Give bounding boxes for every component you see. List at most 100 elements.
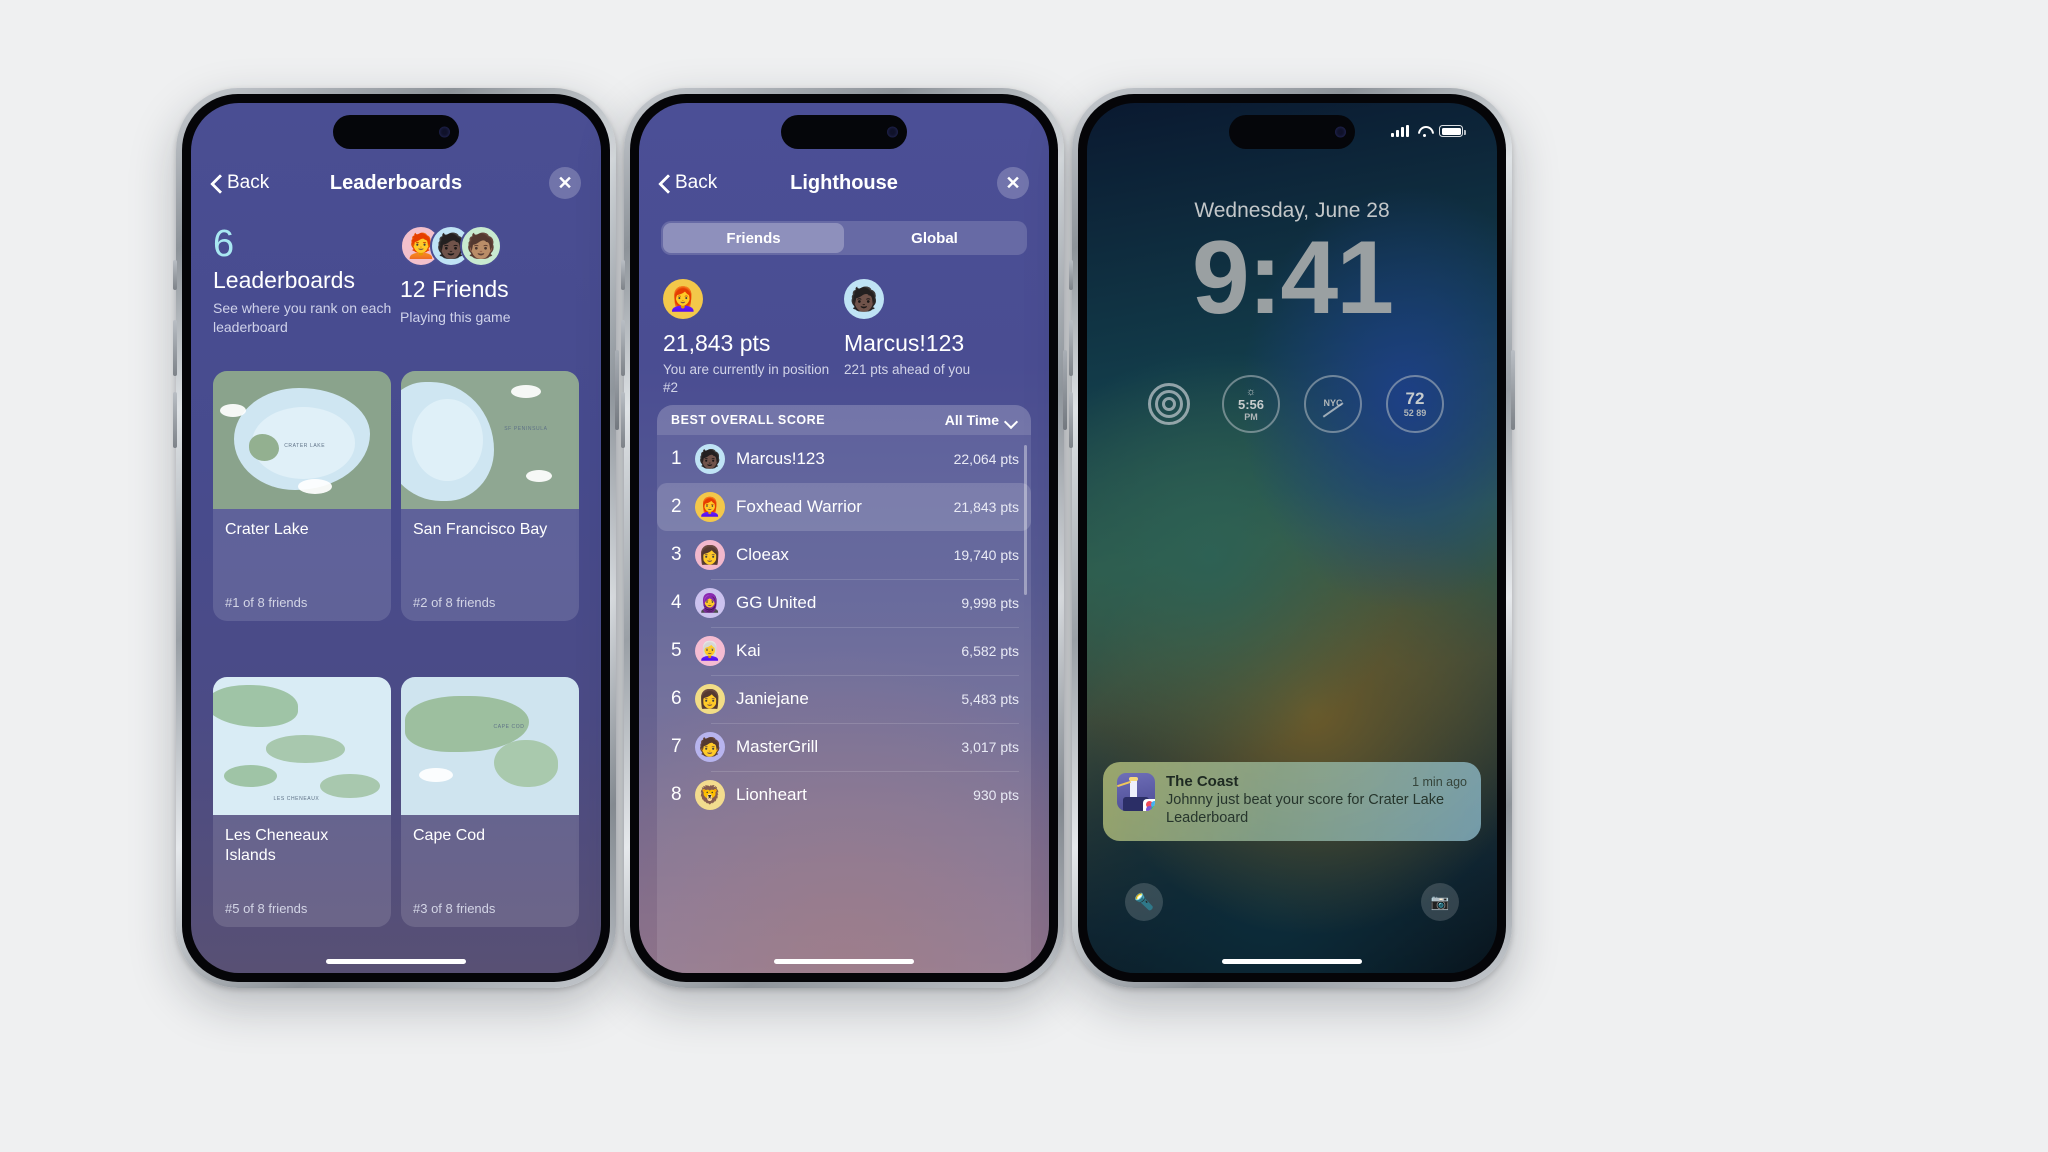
- notification-banner[interactable]: The Coast 1 min ago Johnny just beat you…: [1103, 761, 1481, 841]
- notification-app-name: The Coast: [1166, 772, 1239, 790]
- rank: 5: [671, 640, 682, 661]
- chevron-down-icon: [1006, 417, 1017, 424]
- back-label: Back: [227, 172, 270, 193]
- time-filter-dropdown[interactable]: All Time: [945, 412, 1017, 428]
- phone-lock-screen: Wednesday, June 28 9:41 ☼ 5:56 PM NYC 72…: [1069, 88, 1515, 988]
- leaderboard-card-san-francisco-bay[interactable]: SF PENINSULA San Francisco Bay #2 of 8 f…: [401, 371, 579, 621]
- weather-widget[interactable]: 72 52 89: [1386, 375, 1444, 433]
- game-center-icon: [1145, 801, 1155, 811]
- leaderboard-header: BEST OVERALL SCORE All Time: [657, 405, 1031, 435]
- card-body: San Francisco Bay: [401, 509, 579, 540]
- avatar: 👩: [695, 540, 725, 570]
- card-rank: #1 of 8 friends: [225, 595, 308, 610]
- rank: 1: [671, 448, 682, 469]
- scrollbar[interactable]: [1024, 445, 1027, 595]
- rank: 2: [671, 496, 682, 517]
- wifi-icon: [1416, 125, 1432, 137]
- mute-switch[interactable]: [173, 260, 177, 290]
- sunset-meridiem: PM: [1244, 411, 1258, 422]
- your-score: 21,843 pts: [663, 330, 771, 356]
- volume-down-button[interactable]: [621, 392, 625, 448]
- world-clock-widget[interactable]: NYC: [1304, 375, 1362, 433]
- leader-name: Marcus!123: [844, 330, 965, 356]
- table-row-highlighted[interactable]: 2 👩‍🦰 Foxhead Warrior 21,843 pts: [657, 483, 1031, 531]
- leaderboard-card-crater-lake[interactable]: CRATER LAKE Crater Lake #1 of 8 friends: [213, 371, 391, 621]
- notification-timestamp: 1 min ago: [1412, 774, 1467, 789]
- card-body: Les Cheneaux Islands: [213, 815, 391, 865]
- table-row[interactable]: 8 🦁 Lionheart 930 pts: [657, 771, 1031, 819]
- player-name: Janiejane: [736, 689, 809, 708]
- rank: 7: [671, 736, 682, 757]
- player-name: Lionheart: [736, 785, 807, 804]
- close-button[interactable]: ✕: [997, 167, 1029, 199]
- lock-screen-clock: 9:41: [1191, 220, 1394, 336]
- volume-down-button[interactable]: [173, 392, 177, 448]
- leader-gap: 221 pts ahead of you: [844, 362, 971, 377]
- close-button[interactable]: ✕: [549, 167, 581, 199]
- back-label: Back: [675, 172, 718, 193]
- leaderboard-card-grid: CRATER LAKE Crater Lake #1 of 8 friends: [213, 371, 579, 973]
- widget-row: ☼ 5:56 PM NYC 72 52 89: [1087, 375, 1497, 433]
- mute-switch[interactable]: [1069, 260, 1073, 290]
- player-points: 930 pts: [973, 787, 1019, 803]
- tab-global[interactable]: Global: [844, 223, 1025, 253]
- avatar: 👩: [695, 684, 725, 714]
- avatar: 🧕: [695, 588, 725, 618]
- avatar: 🧑: [695, 732, 725, 762]
- player-points: 6,582 pts: [961, 643, 1019, 659]
- map-label: CAPE COD: [493, 723, 525, 730]
- back-button[interactable]: Back: [211, 172, 269, 194]
- weather-temp: 72: [1405, 389, 1425, 409]
- volume-down-button[interactable]: [1069, 392, 1073, 448]
- back-button[interactable]: Back: [659, 172, 717, 194]
- volume-up-button[interactable]: [173, 320, 177, 376]
- table-row[interactable]: 3 👩 Cloeax 19,740 pts: [657, 531, 1031, 579]
- home-indicator[interactable]: [1222, 959, 1362, 964]
- navigation-bar: Back Leaderboards ✕: [191, 161, 601, 205]
- card-body: Crater Lake: [213, 509, 391, 540]
- phone-bezel: Wednesday, June 28 9:41 ☼ 5:56 PM NYC 72…: [1078, 94, 1506, 982]
- table-row[interactable]: 7 🧑 MasterGrill 3,017 pts: [657, 723, 1031, 771]
- table-row[interactable]: 6 👩 Janiejane 5,483 pts: [657, 675, 1031, 723]
- avatar: 🧑🏿: [695, 444, 725, 474]
- notification-message: Johnny just beat your score for Crater L…: [1166, 791, 1445, 827]
- status-bar: [1391, 125, 1466, 137]
- volume-up-button[interactable]: [621, 320, 625, 376]
- camera-button[interactable]: 📷: [1421, 883, 1459, 921]
- table-row[interactable]: 4 🧕 GG United 9,998 pts: [657, 579, 1031, 627]
- screen-leaderboards: Back Leaderboards ✕ 6 Leaderboards See w…: [191, 103, 601, 973]
- tab-friends[interactable]: Friends: [663, 223, 844, 253]
- map-thumbnail: CAPE COD: [401, 677, 579, 815]
- lock-screen-actions: 🔦 📷: [1087, 883, 1497, 921]
- player-points: 21,843 pts: [953, 499, 1019, 515]
- table-row[interactable]: 1 🧑🏿 Marcus!123 22,064 pts: [657, 435, 1031, 483]
- phone-lighthouse-leaderboard: Back Lighthouse ✕ Friends Global 👩‍🦰 21,…: [621, 88, 1067, 988]
- home-indicator[interactable]: [774, 959, 914, 964]
- flashlight-button[interactable]: 🔦: [1125, 883, 1163, 921]
- friends-block: 🧑‍🦰 🧑🏿 🧑🏽 12 Friends Playing this game: [400, 225, 579, 337]
- segmented-control: Friends Global: [661, 221, 1027, 255]
- friend-avatar-stack[interactable]: 🧑‍🦰 🧑🏿 🧑🏽: [400, 225, 579, 267]
- leaderboard-count-title: Leaderboards: [213, 266, 355, 293]
- leaderboard-count-block: 6 Leaderboards See where you rank on eac…: [213, 224, 392, 337]
- mute-switch[interactable]: [621, 260, 625, 290]
- friends-title: 12 Friends: [400, 276, 509, 302]
- avatar: 🧑🏽: [460, 225, 502, 267]
- home-indicator[interactable]: [326, 959, 466, 964]
- fitness-rings-widget[interactable]: [1140, 375, 1198, 433]
- notification-header: The Coast 1 min ago: [1166, 773, 1467, 790]
- power-button[interactable]: [1063, 350, 1067, 430]
- map-thumbnail: CRATER LAKE: [213, 371, 391, 509]
- power-button[interactable]: [615, 350, 619, 430]
- volume-up-button[interactable]: [1069, 320, 1073, 376]
- power-button[interactable]: [1511, 350, 1515, 430]
- player-points: 19,740 pts: [953, 547, 1019, 563]
- your-position: You are currently in position #2: [663, 362, 830, 396]
- sunset-widget[interactable]: ☼ 5:56 PM: [1222, 375, 1280, 433]
- leaderboard-card-les-cheneaux-islands[interactable]: LES CHENEAUX Les Cheneaux Islands #5 of …: [213, 677, 391, 927]
- app-icon-the-coast: [1117, 772, 1155, 811]
- time-filter-label: All Time: [944, 412, 999, 428]
- leaderboard-card-cape-cod[interactable]: CAPE COD Cape Cod #3 of 8 friends: [401, 677, 579, 927]
- notification-body: The Coast 1 min ago Johnny just beat you…: [1166, 773, 1467, 828]
- table-row[interactable]: 5 👩‍🦳 Kai 6,582 pts: [657, 627, 1031, 675]
